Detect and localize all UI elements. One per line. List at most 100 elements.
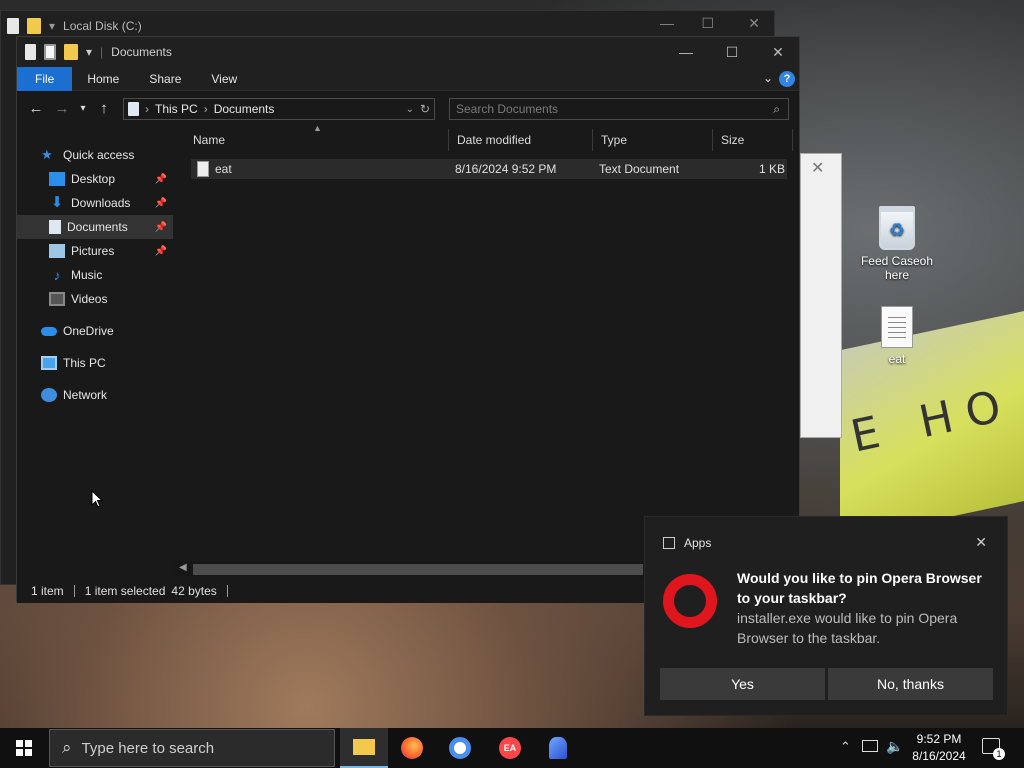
toast-title: Would you like to pin Opera Browser to y…: [737, 570, 982, 606]
nav-item-quick-access[interactable]: ★ Quick access: [17, 143, 173, 167]
start-button[interactable]: [0, 728, 48, 768]
pin-icon[interactable]: 📌: [155, 198, 167, 209]
search-icon: ⌕: [62, 738, 72, 757]
file-date: 8/16/2024 9:52 PM: [455, 162, 557, 176]
taskbar-firefox[interactable]: [388, 728, 436, 768]
scroll-left-icon[interactable]: ◀: [179, 562, 187, 573]
maximize-button[interactable]: ☐: [709, 37, 755, 67]
nav-label: Pictures: [71, 244, 115, 258]
recent-locations-button[interactable]: ▾: [75, 95, 91, 121]
no-thanks-button[interactable]: No, thanks: [828, 668, 993, 700]
nav-item-videos[interactable]: Videos: [17, 287, 173, 311]
documents-icon: [128, 102, 139, 116]
background-dialog: ✕: [800, 153, 842, 438]
minimize-button[interactable]: —: [663, 37, 709, 67]
network-status-icon[interactable]: [862, 740, 878, 752]
chrome-icon: [449, 737, 471, 759]
close-icon[interactable]: ✕: [975, 534, 987, 551]
maximize-icon[interactable]: ☐: [701, 15, 714, 32]
up-button[interactable]: ↑: [91, 95, 117, 121]
help-icon[interactable]: ?: [779, 71, 795, 87]
pin-icon[interactable]: 📌: [155, 246, 167, 257]
show-hidden-icons-icon[interactable]: ⌃: [840, 739, 851, 755]
cloud-icon: [41, 326, 57, 336]
desktop-icon-eat[interactable]: eat: [857, 306, 937, 366]
horizontal-scrollbar[interactable]: ◀: [175, 561, 645, 578]
taskbar-app[interactable]: [534, 728, 582, 768]
back-window-title: Local Disk (C:): [63, 19, 142, 33]
file-type: Text Document: [599, 162, 680, 176]
tab-file[interactable]: File: [17, 66, 73, 91]
checkmark-icon[interactable]: [44, 44, 56, 60]
tab-home[interactable]: Home: [72, 67, 134, 91]
chevron-down-icon: ▾: [49, 19, 56, 33]
yes-button[interactable]: Yes: [660, 668, 825, 700]
tab-view[interactable]: View: [196, 67, 252, 91]
chevron-down-icon[interactable]: ▾: [86, 45, 92, 59]
search-box[interactable]: Search Documents ⌕: [449, 98, 789, 120]
folder-icon: [353, 739, 375, 755]
pin-icon[interactable]: 📌: [155, 222, 167, 233]
minimize-icon[interactable]: —: [660, 15, 674, 31]
nav-item-pictures[interactable]: Pictures 📌: [17, 239, 173, 263]
videos-icon: [49, 292, 65, 306]
column-header-type[interactable]: Type: [593, 129, 713, 151]
windows-icon: [16, 740, 32, 756]
nav-label: Documents: [67, 220, 128, 234]
expand-ribbon-icon[interactable]: ⌄: [763, 71, 773, 85]
properties-icon[interactable]: [25, 44, 36, 60]
nav-item-music[interactable]: ♪ Music: [17, 263, 173, 287]
nav-label: Downloads: [71, 196, 131, 210]
breadcrumb-this-pc[interactable]: This PC: [155, 102, 198, 116]
desktop-icon-recycle-bin[interactable]: ♻ Feed Caseoh here: [857, 206, 937, 282]
tab-share[interactable]: Share: [134, 67, 196, 91]
nav-label: Desktop: [71, 172, 116, 186]
column-header-name[interactable]: Name: [185, 129, 449, 151]
nav-item-network[interactable]: Network: [17, 383, 173, 407]
text-file-icon: [197, 161, 209, 177]
nav-label: Videos: [71, 292, 108, 306]
navigation-pane: ★ Quick access Desktop 📌 ⬇ Downloads 📌 D…: [17, 129, 173, 579]
new-folder-icon[interactable]: [64, 44, 78, 60]
taskbar: ⌕ Type here to search EA ⌃ 🔈 9:52 PM 8/1…: [0, 728, 1024, 768]
breadcrumb-documents[interactable]: Documents: [214, 102, 275, 116]
refresh-icon[interactable]: ↻: [420, 102, 430, 116]
chevron-down-icon[interactable]: ⌄: [406, 104, 414, 115]
close-icon[interactable]: ✕: [811, 158, 824, 178]
nav-item-this-pc[interactable]: This PC: [17, 351, 173, 375]
file-row[interactable]: eat 8/16/2024 9:52 PM Text Document 1 KB: [191, 159, 787, 179]
address-bar[interactable]: › This PC › Documents ⌄ ↻: [123, 98, 435, 120]
column-header-size[interactable]: Size: [713, 129, 793, 151]
pin-icon[interactable]: 📌: [155, 174, 167, 185]
taskbar-ea[interactable]: EA: [486, 728, 534, 768]
forward-button[interactable]: →: [49, 95, 75, 121]
music-icon: ♪: [53, 267, 61, 283]
search-input[interactable]: Search Documents: [456, 102, 558, 116]
clock-time: 9:52 PM: [916, 732, 962, 746]
search-icon[interactable]: ⌕: [773, 102, 780, 117]
column-header-date[interactable]: Date modified: [449, 129, 593, 151]
toast-notification[interactable]: Apps ✕ Would you like to pin Opera Brows…: [644, 516, 1008, 716]
back-button[interactable]: ←: [23, 95, 49, 121]
file-size: 1 KB: [758, 162, 785, 176]
properties-icon: [7, 18, 19, 34]
recycle-bin-icon: ♻: [879, 206, 915, 250]
close-icon[interactable]: ✕: [748, 15, 760, 32]
taskbar-search[interactable]: ⌕ Type here to search: [49, 729, 335, 767]
nav-item-documents[interactable]: Documents 📌: [17, 215, 173, 239]
clock[interactable]: 9:52 PM 8/16/2024: [910, 731, 968, 765]
desktop-icon-label: eat: [888, 352, 906, 366]
taskbar-chrome[interactable]: [436, 728, 484, 768]
status-selected: 1 item selected: [84, 584, 166, 598]
taskbar-search-input[interactable]: Type here to search: [82, 740, 215, 757]
scrollbar-thumb[interactable]: [193, 564, 643, 575]
nav-item-onedrive[interactable]: OneDrive: [17, 319, 173, 343]
notification-badge: 1: [993, 748, 1005, 760]
volume-muted-icon[interactable]: 🔈: [886, 738, 903, 755]
close-button[interactable]: ✕: [755, 37, 801, 67]
title-separator: |: [100, 45, 104, 59]
nav-item-desktop[interactable]: Desktop 📌: [17, 167, 173, 191]
taskbar-file-explorer[interactable]: [340, 728, 388, 768]
toast-body: installer.exe would like to pin Opera Br…: [737, 610, 958, 646]
nav-item-downloads[interactable]: ⬇ Downloads 📌: [17, 191, 173, 215]
